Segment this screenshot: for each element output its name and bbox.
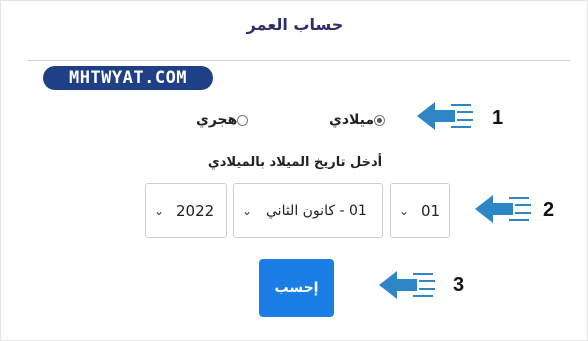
step-number-3: 3 xyxy=(453,274,465,296)
radio-hijri[interactable]: هجري xyxy=(196,110,252,130)
arrow-left-icon xyxy=(475,195,531,223)
arrow-left-icon xyxy=(417,102,473,130)
chevron-down-icon: ⌄ xyxy=(153,203,165,218)
month-select-value: 01 - كانون الثاني xyxy=(266,202,367,219)
page-title: حساب العمر xyxy=(246,15,344,34)
divider xyxy=(28,60,570,61)
age-calculator-panel: حساب العمر MHTWYAT.COM ميلادي هجري أدخل … xyxy=(0,0,588,341)
birthdate-prompt: أدخل تاريخ الميلاد بالميلادي xyxy=(207,155,383,170)
chevron-down-icon: ⌄ xyxy=(398,203,410,218)
year-select-value: 2022 xyxy=(176,201,215,220)
radio-checked-icon[interactable] xyxy=(374,114,386,126)
day-select[interactable]: ⌄ 01 xyxy=(390,183,450,238)
step-number-1: 1 xyxy=(492,107,504,129)
calculate-button[interactable]: إحسب xyxy=(259,259,334,317)
day-select-value: 01 xyxy=(421,201,441,220)
chevron-down-icon: ⌄ xyxy=(241,203,253,218)
year-select[interactable]: ⌄ 2022 xyxy=(145,183,227,238)
radio-gregorian-label: ميلادي xyxy=(329,112,375,128)
arrow-left-icon xyxy=(379,271,435,299)
radio-hijri-label: هجري xyxy=(196,112,238,128)
site-logo: MHTWYAT.COM xyxy=(43,66,213,90)
step-number-2: 2 xyxy=(543,199,555,221)
month-select[interactable]: ⌄ 01 - كانون الثاني xyxy=(233,183,383,238)
radio-gregorian[interactable]: ميلادي xyxy=(329,110,389,130)
radio-unchecked-icon[interactable] xyxy=(237,114,249,126)
